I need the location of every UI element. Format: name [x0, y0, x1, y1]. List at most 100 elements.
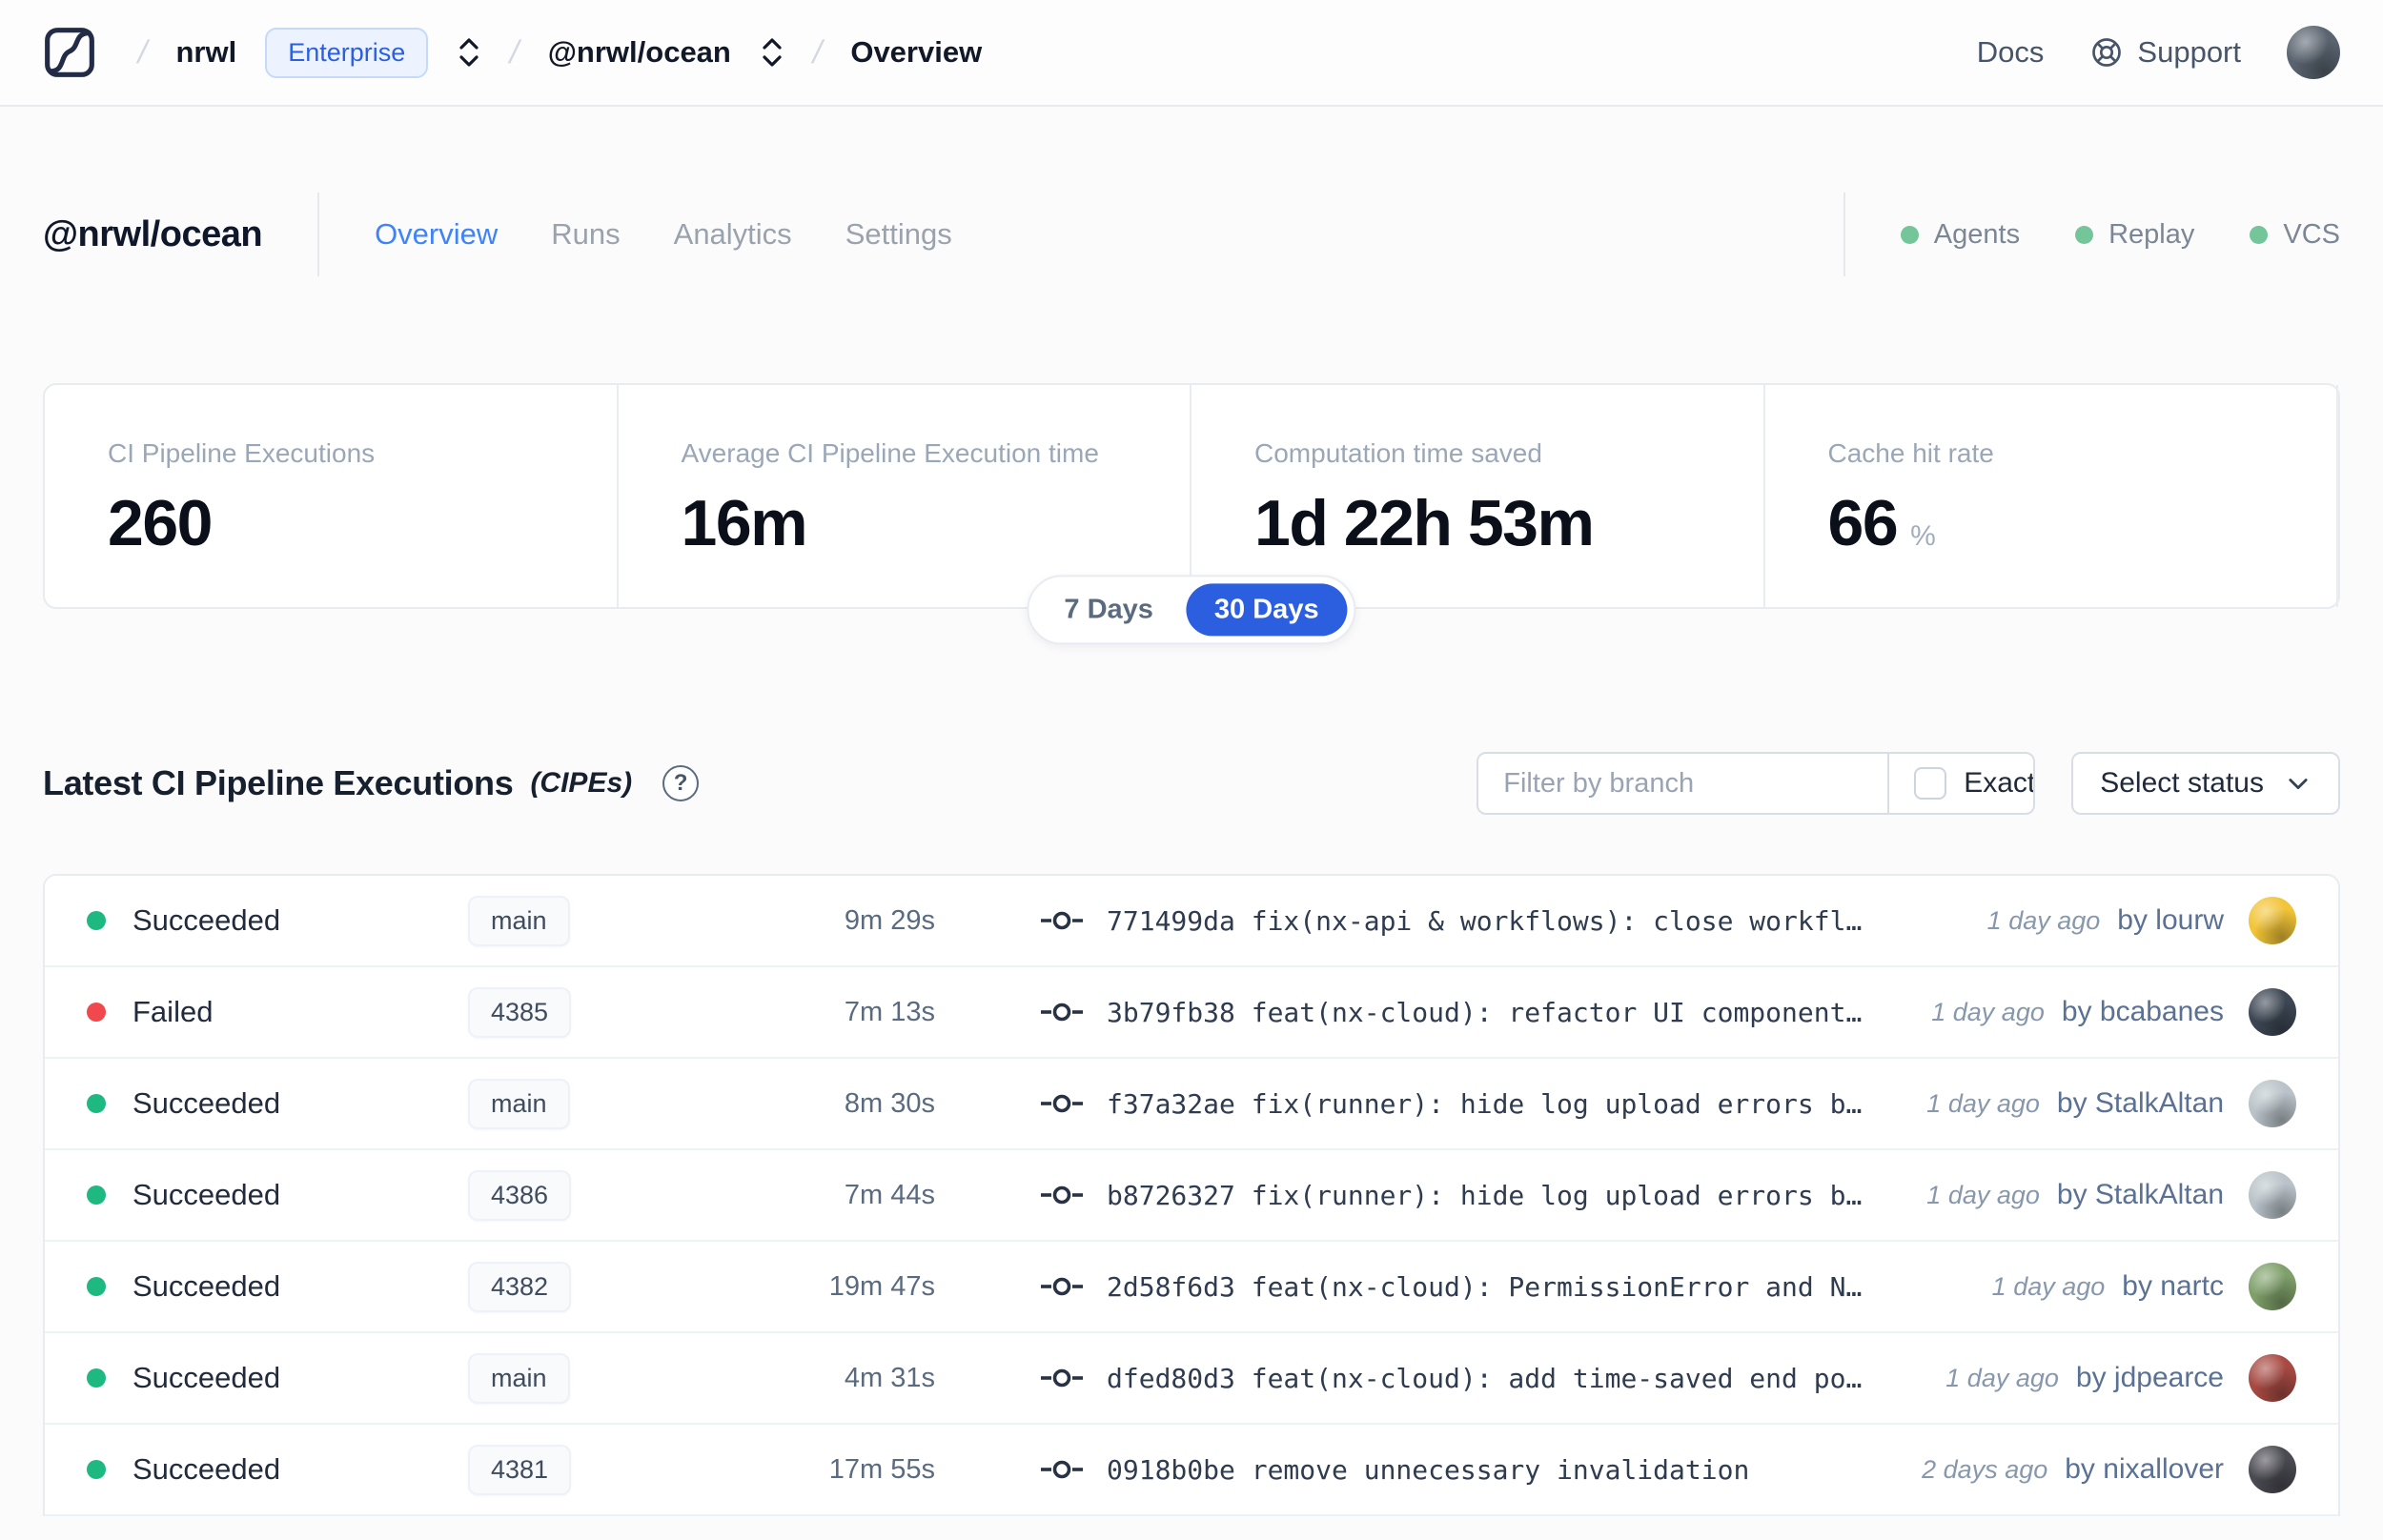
breadcrumb-workspace[interactable]: @nrwl/ocean: [548, 35, 731, 70]
workspace-switcher-chevrons-icon[interactable]: [760, 35, 784, 70]
help-icon[interactable]: ?: [662, 765, 700, 801]
branch-badge[interactable]: main: [468, 895, 570, 946]
breadcrumb-separator: /: [808, 33, 826, 71]
author-avatar: [2249, 1446, 2296, 1493]
select-status-label: Select status: [2100, 767, 2264, 799]
workspace-header: @nrwl/ocean Overview Runs Analytics Sett…: [43, 192, 2340, 276]
row-duration: 7m 44s: [844, 1179, 935, 1210]
row-author: by nartc: [2122, 1270, 2224, 1302]
commit-message[interactable]: f37a32ae fix(runner): hide log upload er…: [1107, 1088, 1862, 1120]
status-dot-icon: [87, 1094, 106, 1113]
tab-overview[interactable]: Overview: [375, 217, 498, 252]
branch-badge[interactable]: 4385: [468, 986, 572, 1038]
stat-average-execution-time: Average CI Pipeline Execution time 16m: [619, 385, 1192, 607]
status-vcs[interactable]: VCS: [2250, 219, 2340, 251]
breadcrumb-separator: /: [134, 33, 152, 71]
row-author: by bcabanes: [2061, 996, 2224, 1027]
cipe-section-title: Latest CI Pipeline Executions: [43, 763, 514, 802]
author-avatar: [2249, 897, 2296, 944]
status-dot-icon: [87, 1185, 106, 1205]
help-glyph: ?: [673, 770, 688, 796]
breadcrumb-org[interactable]: nrwl: [175, 35, 236, 70]
row-author: by StalkAltan: [2056, 1179, 2224, 1210]
git-commit-icon: [1041, 1460, 1083, 1479]
lifebuoy-icon: [2092, 38, 2122, 67]
commit-message[interactable]: 771499da fix(nx-api & workflows): close …: [1107, 905, 1862, 937]
commit-message[interactable]: b8726327 fix(runner): hide log upload er…: [1107, 1180, 1862, 1211]
branch-badge[interactable]: 4382: [468, 1261, 572, 1312]
row-status: Succeeded: [132, 1361, 281, 1394]
row-time: 1 day ago: [1931, 997, 2045, 1026]
row-status: Succeeded: [132, 1086, 281, 1120]
author-avatar: [2249, 1171, 2296, 1219]
git-commit-icon: [1041, 1094, 1083, 1113]
row-time: 1 day ago: [1945, 1363, 2059, 1392]
git-commit-icon: [1041, 911, 1083, 930]
docs-link[interactable]: Docs: [1977, 35, 2045, 70]
status-agents-label: Agents: [1933, 218, 2021, 250]
branch-badge[interactable]: 4381: [468, 1444, 572, 1495]
commit-message[interactable]: 0918b0be remove unnecessary invalidation: [1107, 1454, 1749, 1486]
branch-badge[interactable]: main: [468, 1078, 570, 1129]
row-status: Succeeded: [132, 1452, 281, 1486]
tab-settings[interactable]: Settings: [845, 217, 952, 252]
row-time: 1 day ago: [1926, 1088, 2040, 1118]
row-time: 1 day ago: [1926, 1180, 2040, 1209]
user-avatar[interactable]: [2287, 26, 2340, 79]
branch-badge[interactable]: 4386: [468, 1169, 572, 1221]
cipe-filters: Exact Select status: [1477, 752, 2340, 815]
stat-value: 16m: [681, 487, 808, 559]
stat-value: 66: [1827, 487, 1899, 559]
green-dot-icon: [2250, 225, 2269, 244]
row-status: Succeeded: [132, 1269, 281, 1303]
row-author: by nixallover: [2065, 1453, 2224, 1485]
branch-filter-input[interactable]: [1478, 754, 1888, 813]
author-avatar: [2249, 1263, 2296, 1310]
main-content: @nrwl/ocean Overview Runs Analytics Sett…: [0, 192, 2383, 1516]
support-link[interactable]: Support: [2089, 35, 2241, 70]
status-dot-icon: [87, 1277, 106, 1296]
breadcrumb-current-page[interactable]: Overview: [850, 35, 982, 70]
status-vcs-label: VCS: [2283, 218, 2340, 250]
row-duration: 19m 47s: [828, 1270, 935, 1302]
select-status-dropdown[interactable]: Select status: [2071, 752, 2340, 815]
nx-cloud-logo-icon[interactable]: [43, 26, 96, 79]
author-avatar: [2249, 1080, 2296, 1127]
stat-cache-hit-rate: Cache hit rate 66 %: [1765, 385, 2338, 607]
range-7-days-button[interactable]: 7 Days: [1035, 583, 1182, 636]
git-commit-icon: [1041, 1185, 1083, 1205]
tab-analytics[interactable]: Analytics: [674, 217, 792, 252]
table-row[interactable]: Failed 4385 7m 13s 3b79fb38 feat(nx-clou…: [45, 967, 2338, 1059]
commit-message[interactable]: dfed80d3 feat(nx-cloud): add time-saved …: [1107, 1363, 1862, 1394]
table-row[interactable]: Succeeded main 4m 31s dfed80d3 feat(nx-c…: [45, 1333, 2338, 1425]
row-duration: 4m 31s: [844, 1362, 935, 1393]
stat-value: 260: [108, 487, 213, 559]
table-row[interactable]: Succeeded 4381 17m 55s 0918b0be remove u…: [45, 1425, 2338, 1516]
exact-checkbox[interactable]: [1914, 767, 1947, 800]
git-commit-icon: [1041, 1368, 1083, 1388]
status-replay[interactable]: Replay: [2075, 219, 2194, 251]
stat-label: Average CI Pipeline Execution time: [681, 438, 1099, 468]
top-navbar: / nrwl Enterprise / @nrwl/ocean / Overvi…: [0, 0, 2383, 107]
table-row[interactable]: Succeeded main 9m 29s 771499da fix(nx-ap…: [45, 876, 2338, 967]
row-duration: 8m 30s: [844, 1087, 935, 1119]
row-author: by StalkAltan: [2056, 1087, 2224, 1119]
stat-label: Computation time saved: [1254, 438, 1542, 468]
commit-message[interactable]: 3b79fb38 feat(nx-cloud): refactor UI com…: [1107, 997, 1862, 1028]
breadcrumb: / nrwl Enterprise / @nrwl/ocean / Overvi…: [43, 26, 982, 79]
commit-message[interactable]: 2d58f6d3 feat(nx-cloud): PermissionError…: [1107, 1271, 1862, 1303]
green-dot-icon: [1900, 225, 1919, 244]
status-dot-icon: [87, 1003, 106, 1022]
table-row[interactable]: Succeeded main 8m 30s f37a32ae fix(runne…: [45, 1059, 2338, 1150]
author-avatar: [2249, 988, 2296, 1036]
row-time: 1 day ago: [1991, 1271, 2106, 1301]
status-agents[interactable]: Agents: [1900, 218, 2021, 251]
org-switcher-chevrons-icon[interactable]: [457, 35, 481, 70]
table-row[interactable]: Succeeded 4386 7m 44s b8726327 fix(runne…: [45, 1150, 2338, 1242]
range-30-days-button[interactable]: 30 Days: [1185, 583, 1348, 637]
date-range-toggle: 7 Days 30 Days: [1027, 575, 1356, 645]
branch-badge[interactable]: main: [468, 1352, 570, 1404]
table-row[interactable]: Succeeded 4382 19m 47s 2d58f6d3 feat(nx-…: [45, 1242, 2338, 1333]
tab-runs[interactable]: Runs: [551, 217, 620, 252]
service-status-group: Agents Replay VCS: [1788, 192, 2340, 276]
